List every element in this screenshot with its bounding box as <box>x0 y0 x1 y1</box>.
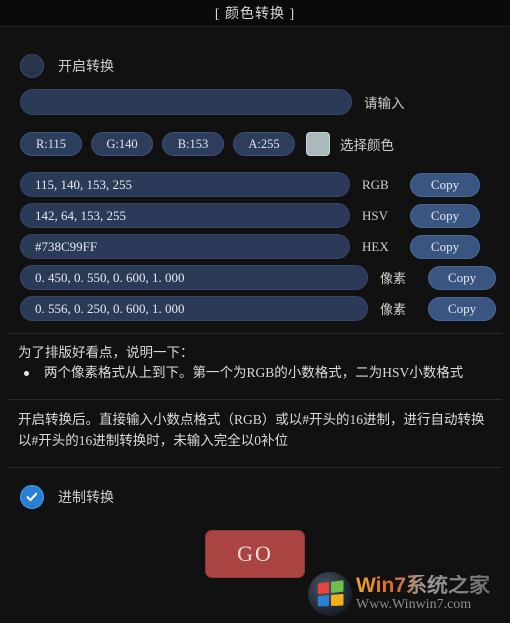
note-block-usage: 开启转换后。直接输入小数点格式（RGB）或以#开头的16进制，进行自动转换 以#… <box>0 400 510 458</box>
base-conversion-row[interactable]: 进制转换 <box>0 482 510 512</box>
value-rows: 115, 140, 153, 255 RGB Copy 142, 64, 153… <box>0 169 510 324</box>
value-field-pixel-rgb[interactable]: 0. 450, 0. 550, 0. 600, 1. 000 <box>20 265 368 290</box>
watermark-text: Win7系统之家 Www.Winwin7.com <box>356 575 490 613</box>
channel-chip-g[interactable]: G:140 <box>91 132 153 156</box>
enable-conversion-label: 开启转换 <box>58 60 114 75</box>
window-titlebar: [ 颜色转换 ] <box>0 0 510 27</box>
note-usage-line-1: 开启转换后。直接输入小数点格式（RGB）或以#开头的16进制，进行自动转换 <box>18 412 485 427</box>
value-row-pixel-rgb: 0. 450, 0. 550, 0. 600, 1. 000 像素 Copy <box>0 262 510 293</box>
bullet-dot-icon <box>24 371 29 376</box>
value-tag-pixel-hsv: 像素 <box>380 302 407 317</box>
value-tag-hsv: HSV <box>362 207 389 223</box>
value-tag-rgb: RGB <box>362 176 389 192</box>
value-tag-pixel-rgb: 像素 <box>380 271 407 286</box>
site-watermark: Win7系统之家 Www.Winwin7.com <box>308 569 504 619</box>
main-input-row[interactable]: 请输入 <box>0 87 510 117</box>
value-row-hsv: 142, 64, 153, 255 HSV Copy <box>0 200 510 231</box>
watermark-url: Www.Winwin7.com <box>356 597 472 612</box>
note-block-formats: 为了排版好看点，说明一下： 两个像素格式从上到下。第一个为RGB的小数格式，二为… <box>0 334 510 390</box>
note-intro-line: 为了排版好看点，说明一下： <box>18 345 194 360</box>
color-swatch[interactable] <box>306 132 330 156</box>
value-row-pixel-hsv: 0. 556, 0. 250, 0. 600, 1. 000 像素 Copy <box>0 293 510 324</box>
app-body: 开启转换 请输入 R:115 G:140 B:153 A:255 选择颜色 11… <box>0 49 510 623</box>
watermark-title: Win7系统之家 <box>356 574 490 597</box>
value-field-hex[interactable]: #738C99FF <box>20 234 350 259</box>
window-title: [ 颜色转换 ] <box>214 7 296 22</box>
channel-chip-b[interactable]: B:153 <box>162 132 224 156</box>
windows-flag-icon <box>317 580 344 607</box>
copy-button-pixel-hsv[interactable]: Copy <box>428 296 496 321</box>
channel-chip-a[interactable]: A:255 <box>233 132 295 156</box>
copy-button-rgb[interactable]: Copy <box>410 172 480 197</box>
copy-button-hsv[interactable]: Copy <box>410 203 480 228</box>
main-input-field[interactable] <box>20 89 352 115</box>
windows-logo-icon <box>308 572 352 616</box>
value-field-rgb[interactable]: 115, 140, 153, 255 <box>20 172 350 197</box>
note-usage-line-2: 以#开头的16进制转换时，未输入完全以0补位 <box>18 433 288 448</box>
note-bullet-text: 两个像素格式从上到下。第一个为RGB的小数格式，二为HSV小数格式 <box>44 365 464 380</box>
copy-button-pixel-rgb[interactable]: Copy <box>428 265 496 290</box>
value-tag-hex: HEX <box>362 238 389 254</box>
note-bullet-line: 两个像素格式从上到下。第一个为RGB的小数格式，二为HSV小数格式 <box>0 363 510 383</box>
color-picker-label: 选择颜色 <box>340 138 394 153</box>
base-conversion-label: 进制转换 <box>58 491 114 506</box>
value-field-hsv[interactable]: 142, 64, 153, 255 <box>20 203 350 228</box>
value-row-hex: #738C99FF HEX Copy <box>0 231 510 262</box>
go-button[interactable]: GO <box>205 530 305 578</box>
copy-button-hex[interactable]: Copy <box>410 234 480 259</box>
enable-conversion-checkbox[interactable] <box>20 54 44 78</box>
value-row-rgb: 115, 140, 153, 255 RGB Copy <box>0 169 510 200</box>
channel-chip-r[interactable]: R:115 <box>20 132 82 156</box>
channel-chips-row: R:115 G:140 B:153 A:255 选择颜色 <box>0 131 510 157</box>
enable-conversion-row[interactable]: 开启转换 <box>0 49 510 83</box>
main-input-label: 请输入 <box>364 96 405 111</box>
value-field-pixel-hsv[interactable]: 0. 556, 0. 250, 0. 600, 1. 000 <box>20 296 368 321</box>
divider-bottom <box>8 467 502 468</box>
base-conversion-checkbox[interactable] <box>20 485 44 509</box>
